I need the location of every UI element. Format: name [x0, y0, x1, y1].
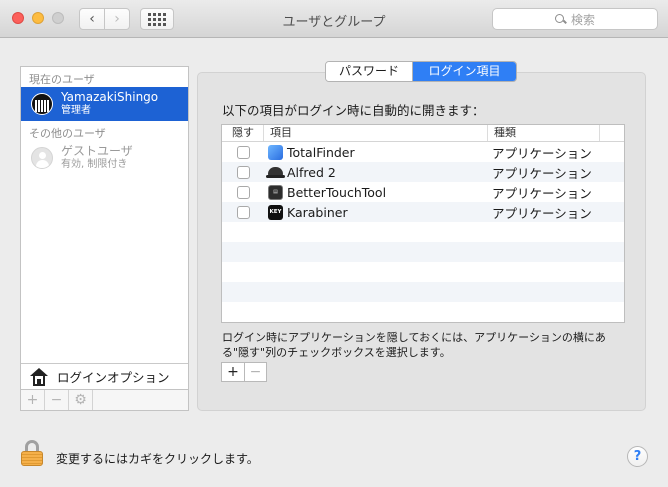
user-item-yamazakishingo[interactable]: YamazakiShingo 管理者: [21, 87, 188, 121]
search-placeholder: 検索: [570, 12, 595, 27]
empty-row: [222, 222, 624, 242]
item-kind: アプリケーション: [492, 205, 592, 221]
other-users-header: その他のユーザ: [29, 127, 106, 140]
hide-checkbox[interactable]: [236, 165, 250, 179]
table-row[interactable]: ▤ BetterTouchTool アプリケーション: [222, 182, 624, 202]
add-user-button[interactable]: +: [21, 390, 45, 410]
house-icon: [29, 367, 49, 386]
hide-checkbox[interactable]: [236, 185, 250, 199]
user-role: 管理者: [61, 105, 91, 116]
remove-login-item-button[interactable]: −: [244, 363, 266, 381]
table-row[interactable]: KEY Karabiner アプリケーション: [222, 202, 624, 222]
remove-user-button[interactable]: −: [45, 390, 69, 410]
user-item-guest[interactable]: ゲストユーザ 有効, 制限付き: [21, 141, 188, 175]
item-kind: アプリケーション: [492, 185, 592, 201]
help-button[interactable]: ?: [627, 446, 648, 467]
alfred-icon: [266, 165, 285, 180]
hide-checkbox[interactable]: [236, 205, 250, 219]
search-icon: [554, 13, 566, 25]
tab-password[interactable]: パスワード: [326, 62, 413, 81]
empty-row: [222, 282, 624, 302]
item-name: BetterTouchTool: [287, 184, 387, 200]
help-text-line: ログイン時にアプリケーションを隠しておくには、アプリケーションの横にあ: [222, 331, 606, 344]
login-items-caption: 以下の項目がログイン時に自動的に開きます：: [222, 103, 485, 118]
karabiner-icon: KEY: [268, 204, 283, 220]
item-name: Karabiner: [287, 204, 348, 220]
table-row[interactable]: TotalFinder アプリケーション: [222, 142, 624, 162]
guest-user-status: 有効, 制限付き: [61, 159, 128, 170]
table-header: 隠す 項目 種類: [222, 125, 624, 142]
column-header-hide[interactable]: 隠す: [222, 125, 264, 141]
tab-bar: パスワード ログイン項目: [325, 61, 517, 82]
add-login-item-button[interactable]: +: [222, 363, 244, 381]
item-name: Alfred 2: [287, 164, 336, 180]
user-action-button[interactable]: ⚙: [69, 390, 93, 410]
empty-row: [222, 262, 624, 282]
user-list: 現在のユーザ YamazakiShingo 管理者 その他のユーザ ゲストユーザ…: [20, 66, 189, 390]
item-name: TotalFinder: [287, 144, 355, 160]
item-kind: アプリケーション: [492, 165, 592, 181]
gear-icon: ⚙: [74, 392, 87, 408]
login-items-table: 隠す 項目 種類 TotalFinder アプリケーション Alfred 2 ア…: [221, 124, 625, 323]
column-header-kind[interactable]: 種類: [488, 125, 600, 141]
bettertouchtool-icon: ▤: [268, 184, 283, 200]
login-options-label: ログインオプション: [57, 370, 170, 385]
lock-message: 変更するにはカギをクリックします。: [56, 452, 259, 466]
guest-user-icon: [31, 147, 53, 169]
empty-row: [222, 302, 624, 322]
table-row[interactable]: Alfred 2 アプリケーション: [222, 162, 624, 182]
search-field[interactable]: 検索: [492, 8, 658, 30]
current-users-header: 現在のユーザ: [29, 73, 95, 86]
piano-icon: [35, 100, 49, 112]
lock-icon[interactable]: [21, 440, 43, 466]
user-list-toolbar: + − ⚙: [20, 390, 189, 411]
column-header-item[interactable]: 項目: [264, 125, 488, 141]
avatar: [31, 93, 53, 115]
title-bar: ‹ › ユーザとグループ 検索: [0, 0, 668, 38]
help-text-line: る"隠す"列のチェックボックスを選択します。: [222, 346, 451, 359]
item-kind: アプリケーション: [492, 145, 592, 161]
tab-login-items[interactable]: ログイン項目: [413, 62, 516, 81]
empty-row: [222, 242, 624, 262]
login-items-help-text: ログイン時にアプリケーションを隠しておくには、アプリケーションの横にあ る"隠す…: [222, 330, 622, 360]
totalfinder-icon: [268, 144, 283, 160]
user-name: YamazakiShingo: [61, 90, 159, 104]
login-options-item[interactable]: ログインオプション: [21, 363, 188, 389]
hide-checkbox[interactable]: [236, 145, 250, 159]
login-items-toolbar: + −: [221, 362, 267, 382]
guest-user-name: ゲストユーザ: [61, 144, 133, 158]
